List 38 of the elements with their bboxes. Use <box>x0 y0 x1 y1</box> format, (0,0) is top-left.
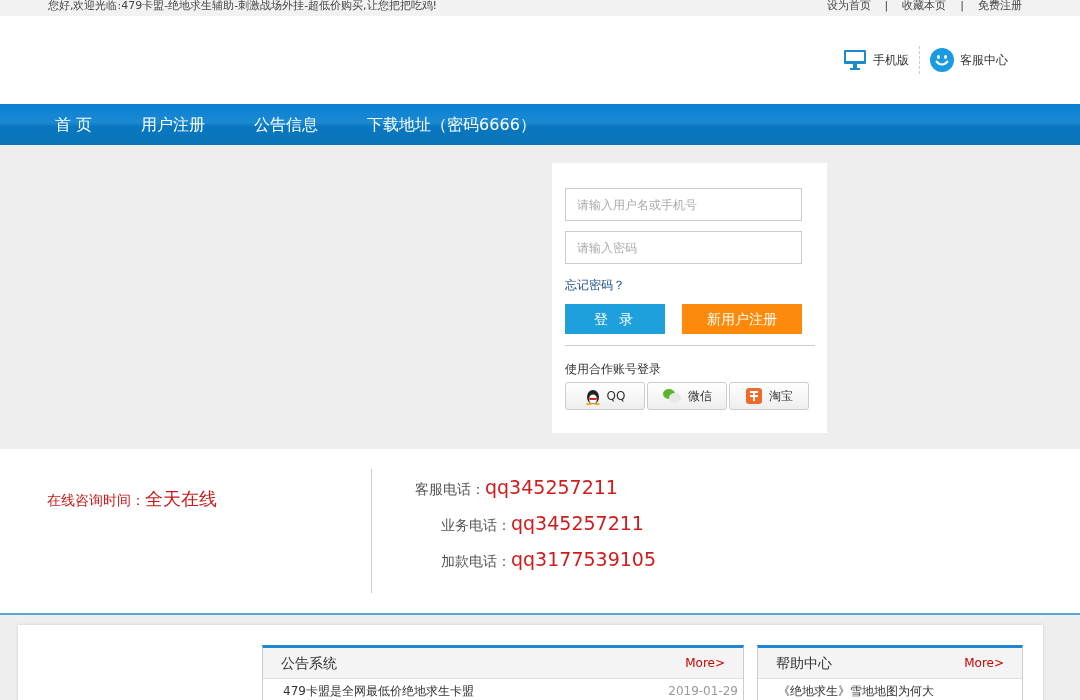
forgot-password-link[interactable]: 忘记密码？ <box>565 276 625 294</box>
separator: | <box>960 0 964 14</box>
phone-value: qq345257211 <box>511 511 644 536</box>
panel-title: 帮助中心 <box>776 653 832 673</box>
article-link[interactable]: 479卡盟是全网最低价绝地求生卡盟 <box>283 682 474 700</box>
welcome-text: 您好,欢迎光临:479卡盟-绝地求生辅助-刺激战场外挂-超低价购买,让您把把吃鸡! <box>48 0 437 14</box>
consult-hours-value: 全天在线 <box>145 488 217 509</box>
nav-link[interactable]: 首 页 <box>45 112 115 137</box>
partner-login-button[interactable]: 淘宝 <box>729 382 809 410</box>
chat-bubbles-icon <box>662 388 682 404</box>
username-field[interactable]: 请输入用户名或手机号 <box>565 188 802 221</box>
header-link[interactable]: 手机版 <box>873 51 909 69</box>
partner-login-label: 使用合作账号登录 <box>565 361 662 378</box>
article-date: 2019-01-29 <box>668 683 738 700</box>
top-link[interactable]: 免费注册 <box>978 0 1022 16</box>
nav-link[interactable]: 用户注册 <box>131 112 228 137</box>
smiley-icon <box>930 48 954 72</box>
header-link[interactable]: 客服中心 <box>960 51 1008 69</box>
password-field[interactable]: 请输入密码 <box>565 231 802 264</box>
phone-label: 客服电话： <box>414 480 485 499</box>
nav-link[interactable]: 公告信息 <box>244 112 341 137</box>
separator: | <box>884 0 889 14</box>
phone-label: 业务电话： <box>440 516 511 535</box>
article-link[interactable]: 《绝地求生》雪地地图为何大 <box>778 682 934 700</box>
panel-title: 公告系统 <box>281 653 337 673</box>
more-link[interactable]: More> <box>964 654 1004 672</box>
phone-value: qq345257211 <box>485 475 618 500</box>
top-link[interactable]: 设为首页 <box>826 0 871 16</box>
penguin-icon <box>584 387 601 405</box>
partner-login-button[interactable]: 微信 <box>647 382 727 410</box>
more-link[interactable]: More> <box>685 654 725 672</box>
nav-link[interactable]: 下载地址（密码6666） <box>357 112 558 137</box>
partner-login-button[interactable]: QQ <box>565 382 645 410</box>
monitor-icon <box>843 49 867 71</box>
phone-label: 加款电话： <box>440 552 511 571</box>
phone-value: qq3177539105 <box>511 547 656 572</box>
consult-hours-label: 在线咨询时间： <box>47 492 145 508</box>
top-link[interactable]: 收藏本页 <box>902 0 947 16</box>
